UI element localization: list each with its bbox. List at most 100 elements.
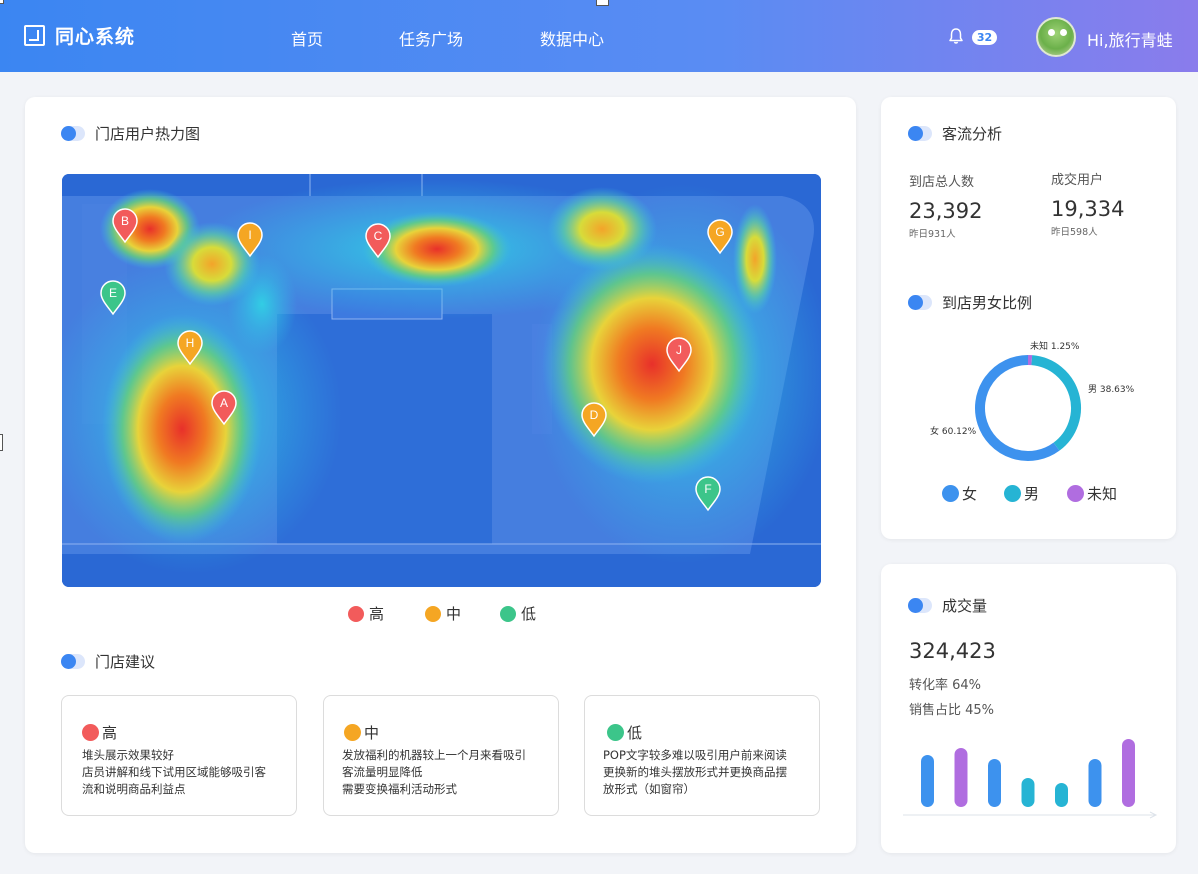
deals-card: 成交量 324,423 转化率 64% 销售占比 45%	[881, 564, 1176, 853]
deals-bar-chart[interactable]	[903, 734, 1163, 824]
map-pin-label: C	[374, 229, 383, 243]
suggestion-line: 店员讲解和线下试用区域能够吸引客	[82, 765, 266, 779]
suggestion-level-label: 高	[102, 724, 118, 742]
resize-handle[interactable]	[0, 0, 4, 4]
suggestion-level: 高	[82, 722, 117, 743]
deal-users-label: 成交用户	[1051, 173, 1104, 188]
donut-label-unknown: 未知 1.25%	[1030, 342, 1080, 352]
conversion-rate: 转化率 64%	[909, 678, 982, 693]
suggestion-line: 需要变换福利活动形式	[342, 782, 457, 796]
bar[interactable]	[1055, 783, 1068, 807]
legend-high: 高	[348, 603, 384, 624]
suggestion-line: 更换新的堆头摆放形式并更换商品摆	[603, 765, 787, 779]
section-toggle-icon[interactable]	[908, 126, 932, 141]
legend-mid-dot	[425, 605, 441, 622]
legend-male: 男	[1004, 483, 1039, 504]
gender-donut-chart[interactable]	[973, 353, 1083, 463]
legend-dot-icon	[1067, 485, 1084, 502]
suggestion-line: 流和说明商品利益点	[82, 782, 186, 796]
legend-mid-label: 中	[446, 605, 462, 623]
section-toggle-icon[interactable]	[61, 126, 85, 141]
map-pin-label: D	[590, 408, 599, 422]
bell-icon[interactable]	[947, 27, 965, 45]
bar[interactable]	[954, 748, 968, 807]
legend-male-label: 男	[1024, 485, 1040, 503]
sales-share: 销售占比 45%	[909, 703, 995, 718]
resize-handle[interactable]	[596, 0, 609, 6]
donut-label-female: 女 60.12%	[930, 427, 977, 437]
legend-female: 女	[942, 483, 977, 504]
gender-title: 到店男女比例	[908, 292, 1032, 313]
bar[interactable]	[1088, 759, 1102, 807]
level-dot-icon	[82, 724, 99, 741]
suggestion-text: 堆头展示效果较好 店员讲解和线下试用区域能够吸引客 流和说明商品利益点	[82, 747, 266, 798]
app-name: 同心系统	[55, 26, 136, 48]
notification-badge[interactable]: 32	[972, 30, 997, 45]
deals-title: 成交量	[908, 595, 987, 616]
deal-users-yesterday: 昨日598人	[1051, 227, 1098, 238]
user-greeting[interactable]: Hi,旅行青蛙	[1087, 27, 1173, 51]
section-toggle-icon[interactable]	[908, 295, 932, 310]
suggestion-level-label: 低	[627, 724, 643, 742]
legend-dot-icon	[942, 485, 959, 502]
bar[interactable]	[1021, 778, 1035, 807]
heatmap-title-text: 门店用户热力图	[95, 125, 201, 143]
total-visitors-yesterday: 昨日931人	[909, 229, 956, 240]
suggestion-line: 堆头展示效果较好	[82, 748, 174, 762]
store-card: 门店用户热力图 A B C D E F G H I J 高 中 低 门店建议 高…	[25, 97, 856, 853]
level-dot-icon	[607, 724, 624, 741]
logo-icon	[24, 25, 45, 46]
gender-title-text: 到店男女比例	[942, 294, 1033, 312]
legend-mid: 中	[425, 603, 461, 624]
top-header: 同心系统 首页 任务广场 数据中心 32 Hi,旅行青蛙	[0, 0, 1198, 72]
suggestion-level: 中	[344, 722, 379, 743]
store-heatmap[interactable]: A B C D E F G H I J	[62, 174, 821, 587]
suggestion-card-low: 低 POP文字较多难以吸引用户前来阅读 更换新的堆头摆放形式并更换商品摆 放形式…	[584, 695, 820, 816]
map-pin-label: H	[186, 336, 195, 350]
logo[interactable]: 同心系统	[24, 22, 135, 49]
deal-users-value: 19,334	[1051, 197, 1125, 221]
traffic-title: 客流分析	[908, 123, 1002, 144]
donut-slice-female[interactable]	[975, 355, 1060, 461]
suggestion-card-mid: 中 发放福利的机器较上一个月来看吸引 客流量明显降低 需要变换福利活动形式	[323, 695, 559, 816]
legend-high-label: 高	[369, 605, 385, 623]
map-pin-label: G	[715, 225, 724, 239]
avatar[interactable]	[1036, 17, 1076, 57]
legend-low: 低	[500, 603, 536, 624]
section-toggle-icon[interactable]	[908, 598, 932, 613]
legend-low-label: 低	[521, 605, 537, 623]
legend-high-dot	[348, 605, 364, 622]
suggestion-level-label: 中	[364, 724, 380, 742]
legend-female-label: 女	[962, 485, 978, 503]
suggestion-line: 发放福利的机器较上一个月来看吸引	[342, 748, 526, 762]
suggestion-level: 低	[607, 722, 642, 743]
total-visitors-label: 到店总人数	[909, 175, 975, 190]
bar[interactable]	[1122, 739, 1135, 807]
map-pin-label: I	[248, 228, 251, 242]
suggestion-card-high: 高 堆头展示效果较好 店员讲解和线下试用区域能够吸引客 流和说明商品利益点	[61, 695, 297, 816]
suggestions-title: 门店建议	[61, 651, 155, 672]
nav-home[interactable]: 首页	[291, 26, 323, 50]
suggestion-text: 发放福利的机器较上一个月来看吸引 客流量明显降低 需要变换福利活动形式	[342, 747, 526, 798]
nav-task-square[interactable]: 任务广场	[399, 26, 463, 50]
donut-slice-male[interactable]	[1031, 355, 1081, 451]
map-pin-label: A	[220, 396, 228, 410]
map-pin-label: B	[121, 214, 129, 228]
legend-low-dot	[500, 605, 516, 622]
bar[interactable]	[921, 755, 934, 807]
suggestion-text: POP文字较多难以吸引用户前来阅读 更换新的堆头摆放形式并更换商品摆 放形式（如…	[603, 747, 787, 798]
deals-title-text: 成交量	[942, 597, 988, 615]
suggestion-line: 客流量明显降低	[342, 765, 423, 779]
section-toggle-icon[interactable]	[61, 654, 85, 669]
suggestions-title-text: 门店建议	[95, 653, 156, 671]
level-dot-icon	[344, 724, 361, 741]
map-pin-label: E	[109, 286, 117, 300]
legend-dot-icon	[1004, 485, 1021, 502]
suggestion-line: POP文字较多难以吸引用户前来阅读	[603, 748, 787, 762]
map-pin-label: F	[704, 482, 711, 496]
legend-unknown: 未知	[1067, 483, 1117, 504]
nav-data-center[interactable]: 数据中心	[540, 26, 604, 50]
total-visitors-value: 23,392	[909, 199, 983, 223]
resize-handle[interactable]	[0, 434, 3, 451]
bar[interactable]	[988, 759, 1001, 807]
